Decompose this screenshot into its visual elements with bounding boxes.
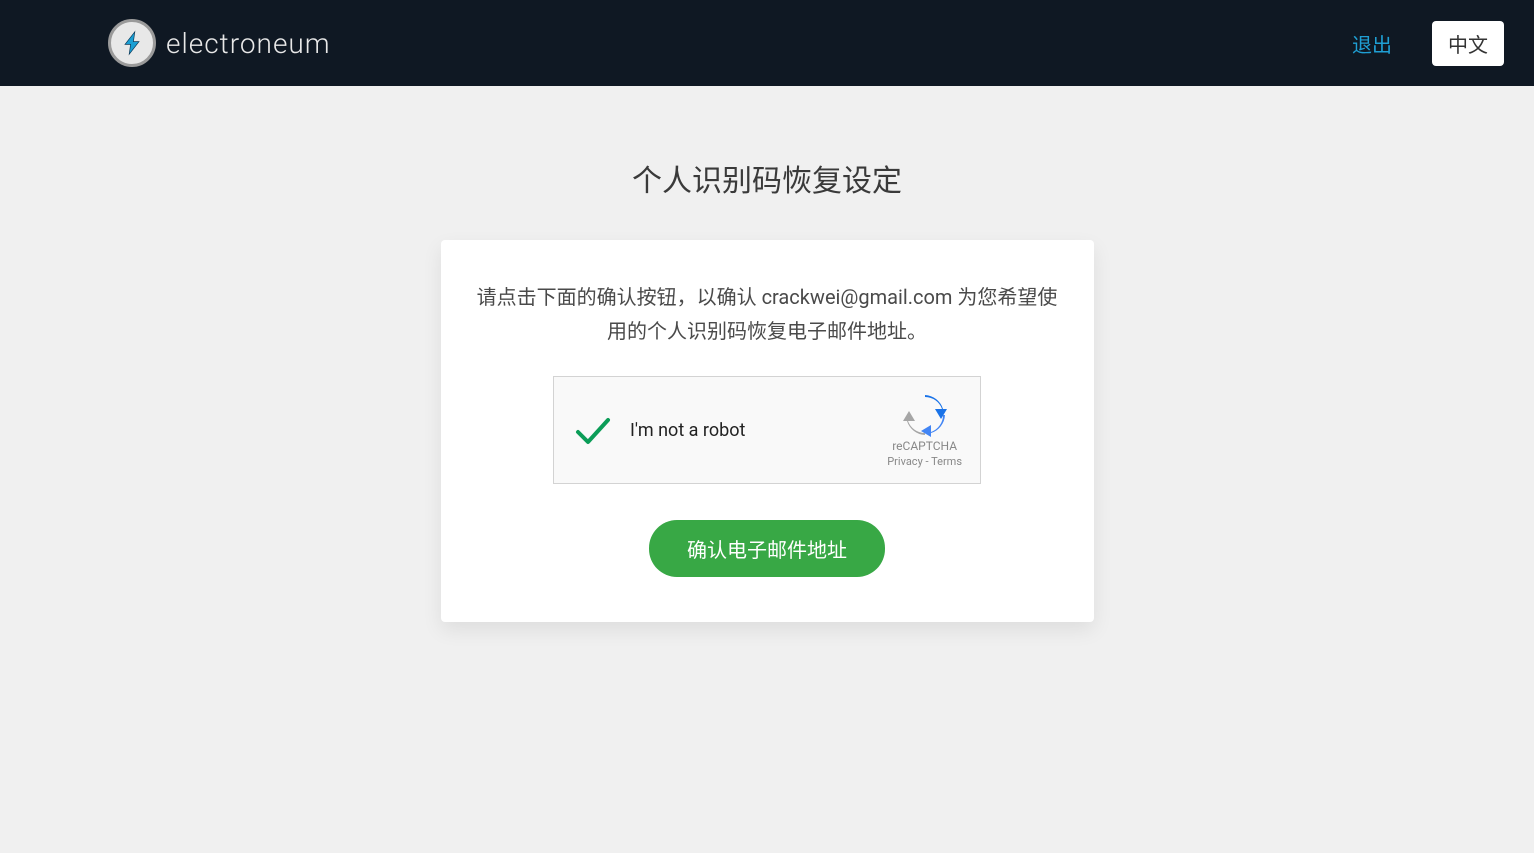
- recaptcha-widget[interactable]: I'm not a robot reCAPTCHA Privacy - Term…: [553, 376, 981, 484]
- recovery-card: 请点击下面的确认按钮，以确认 crackwei@gmail.com 为您希望使用…: [441, 240, 1094, 622]
- header-right: 退出 中文: [1352, 21, 1504, 66]
- logo-container[interactable]: electroneum: [108, 19, 331, 67]
- checkmark-icon: [572, 410, 612, 450]
- recaptcha-links: Privacy - Terms: [887, 455, 962, 468]
- logout-link[interactable]: 退出: [1352, 29, 1392, 58]
- instruction-text: 请点击下面的确认按钮，以确认 crackwei@gmail.com 为您希望使用…: [471, 280, 1064, 348]
- page-title: 个人识别码恢复设定: [632, 156, 902, 200]
- brand-name: electroneum: [166, 27, 331, 60]
- brand-logo-icon: [108, 19, 156, 67]
- recaptcha-privacy-link[interactable]: Privacy: [887, 455, 923, 468]
- recaptcha-logo-icon: [903, 393, 947, 437]
- header: electroneum 退出 中文: [0, 0, 1534, 86]
- recaptcha-title: reCAPTCHA: [892, 439, 957, 453]
- recaptcha-label: I'm not a robot: [630, 420, 887, 441]
- main-content: 个人识别码恢复设定 请点击下面的确认按钮，以确认 crackwei@gmail.…: [0, 86, 1534, 622]
- language-selector[interactable]: 中文: [1432, 21, 1504, 66]
- confirm-email-button[interactable]: 确认电子邮件地址: [649, 520, 885, 577]
- recaptcha-terms-link[interactable]: Terms: [931, 455, 962, 468]
- lightning-bolt-icon: [118, 29, 146, 57]
- recaptcha-separator: -: [923, 455, 931, 468]
- recaptcha-branding: reCAPTCHA Privacy - Terms: [887, 393, 962, 468]
